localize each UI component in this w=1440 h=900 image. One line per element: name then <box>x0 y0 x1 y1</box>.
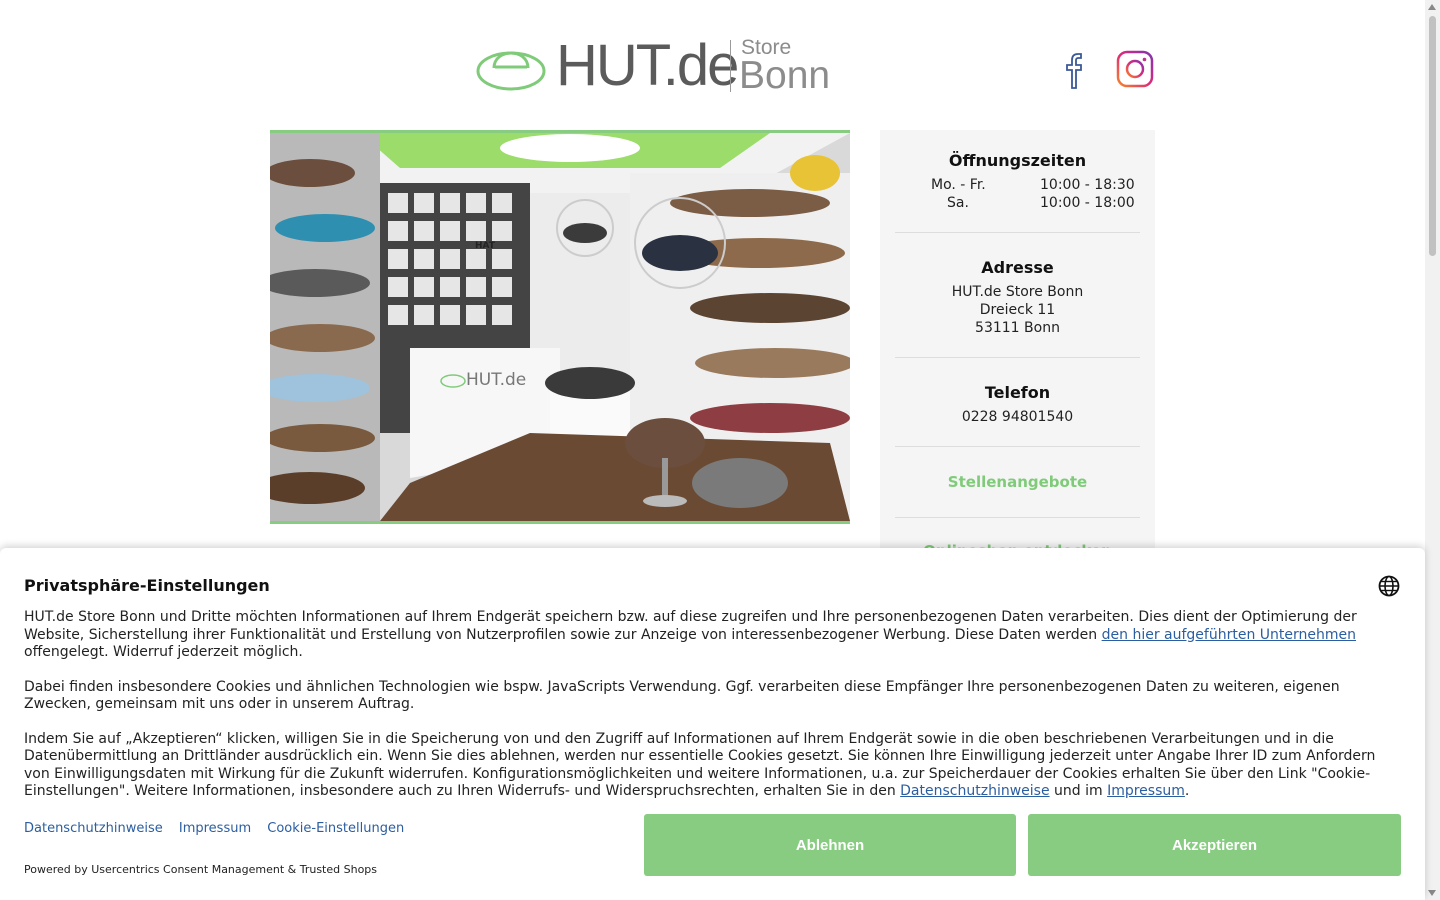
address-title: Adresse <box>981 258 1054 277</box>
imprint-link[interactable]: Impressum <box>1107 783 1185 799</box>
phone: Telefon 0228 94801540 <box>895 384 1140 426</box>
phone-number[interactable]: 0228 94801540 <box>895 408 1140 426</box>
consent-paragraph: HUT.de Store Bonn und Dritte möchten Inf… <box>24 609 1394 662</box>
divider <box>895 232 1140 233</box>
jobs-link[interactable]: Stellenangebote <box>895 473 1140 491</box>
footer-privacy-link[interactable]: Datenschutzhinweise <box>24 821 163 836</box>
divider <box>895 357 1140 358</box>
address-line: HUT.de Store Bonn <box>951 284 1084 300</box>
opening-hours: Öffnungszeiten Mo. - Fr. 10:00 - 18:30 S… <box>895 152 1140 212</box>
divider <box>895 517 1140 518</box>
consent-paragraph: Indem Sie auf „Akzeptieren“ klicken, wil… <box>24 731 1394 801</box>
scroll-down-icon[interactable] <box>1428 890 1436 896</box>
privacy-link[interactable]: Datenschutzhinweise <box>900 783 1049 799</box>
globe-icon[interactable] <box>1378 575 1400 597</box>
hours-time: 10:00 - 18:00 <box>1040 195 1135 211</box>
store-info-panel: Öffnungszeiten Mo. - Fr. 10:00 - 18:30 S… <box>880 130 1155 560</box>
facebook-icon[interactable] <box>1062 50 1086 90</box>
consent-paragraph: Dabei finden insbesondere Cookies und äh… <box>24 678 1340 713</box>
consent-title: Privatsphäre-Einstellungen <box>24 576 270 595</box>
logo-city-label: Bonn <box>739 54 831 97</box>
hat-logo-icon <box>476 51 546 91</box>
powered-by: Powered by Usercentrics Consent Manageme… <box>24 863 378 876</box>
scroll-thumb[interactable] <box>1429 16 1436 256</box>
hours-day: Mo. - Fr. <box>931 177 986 193</box>
logo-divider <box>730 40 731 92</box>
logo-wordmark: HUT.de <box>556 33 739 98</box>
scroll-up-icon[interactable] <box>1428 4 1436 10</box>
opening-hours-title: Öffnungszeiten <box>948 151 1087 170</box>
page-scrollbar[interactable] <box>1425 0 1440 900</box>
phone-title: Telefon <box>984 383 1051 402</box>
consent-text-segment: . <box>1184 783 1190 799</box>
instagram-icon[interactable] <box>1116 50 1154 88</box>
site-logo[interactable]: HUT.de Store Bonn <box>476 33 836 98</box>
deny-button[interactable]: Ablehnen <box>644 814 1016 876</box>
consent-footer-links: Datenschutzhinweise Impressum Cookie-Ein… <box>24 821 416 836</box>
address: Adresse HUT.de Store Bonn Dreieck 11 531… <box>895 259 1140 337</box>
address-line: 53111 Bonn <box>975 320 1060 336</box>
accept-button[interactable]: Akzeptieren <box>1028 814 1401 876</box>
hours-time: 10:00 - 18:30 <box>1040 177 1135 193</box>
wall-sign-text: HAT <box>475 241 496 251</box>
hours-row: Mo. - Fr. 10:00 - 18:30 <box>895 176 1140 194</box>
divider <box>895 446 1140 447</box>
counter-sign-text: HUT.de <box>466 370 526 390</box>
cookie-settings-link[interactable]: Cookie-Einstellungen <box>267 821 404 836</box>
hours-row: Sa. 10:00 - 18:00 <box>895 194 1140 212</box>
store-photo: HAT HUT.de <box>270 130 850 524</box>
consent-text-segment: offengelegt. Widerruf jederzeit möglich. <box>24 644 303 660</box>
consent-text: HUT.de Store Bonn und Dritte möchten Inf… <box>24 609 1394 818</box>
hours-day: Sa. <box>947 195 969 211</box>
companies-link[interactable]: den hier aufgeführten Unternehmen <box>1102 627 1356 643</box>
consent-text-segment: und im <box>1049 783 1108 799</box>
footer-imprint-link[interactable]: Impressum <box>179 821 251 836</box>
consent-banner: Privatsphäre-Einstellungen HUT.de Store … <box>0 548 1425 900</box>
address-line: Dreieck 11 <box>979 302 1056 318</box>
